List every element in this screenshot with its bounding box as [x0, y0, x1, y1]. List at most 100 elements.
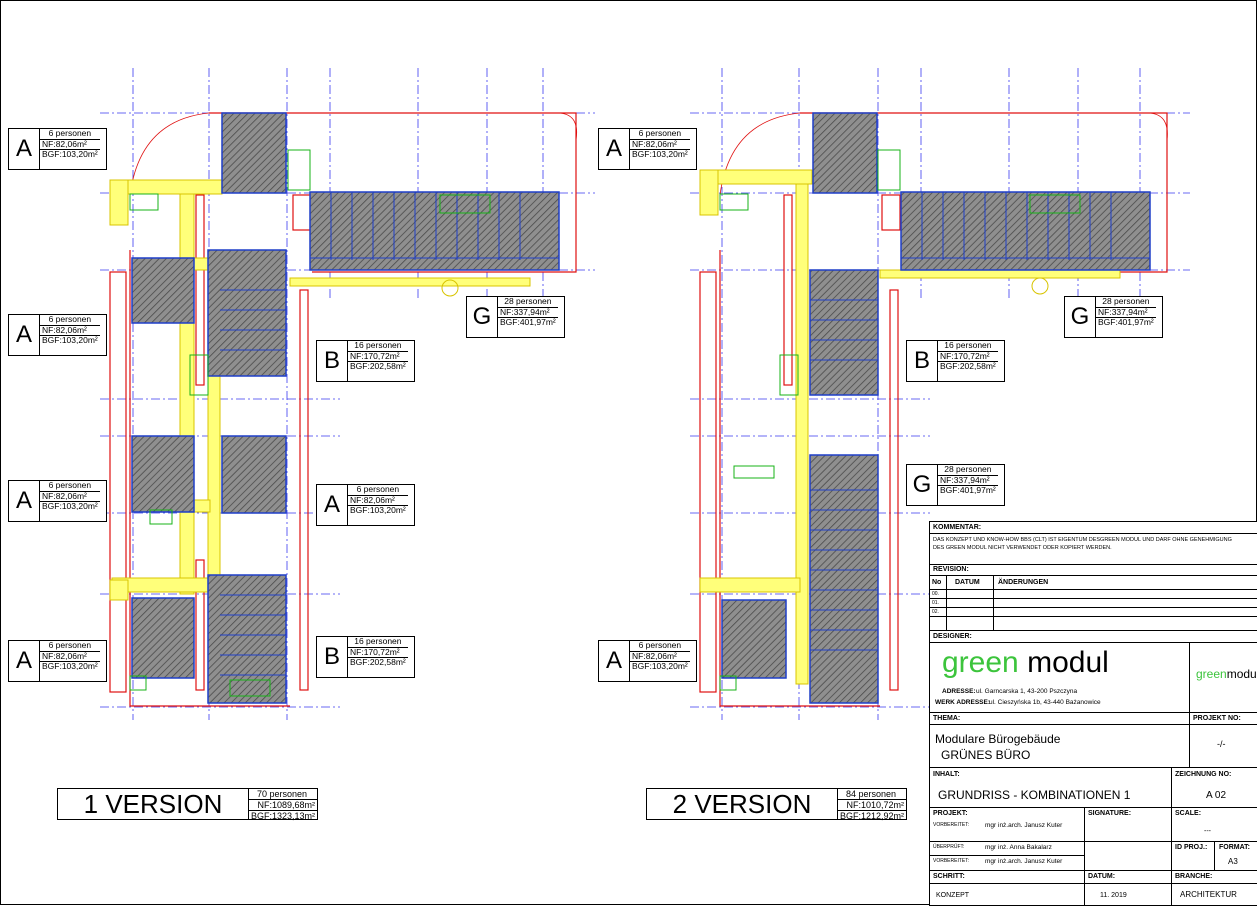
logo-green-text: green	[942, 646, 1019, 679]
revision-heading: REVISION:	[933, 566, 969, 573]
revision-row-0: 00.	[932, 591, 939, 597]
datum-heading: DATUM:	[1088, 873, 1116, 880]
version-nf: NF:1089,68m²	[249, 800, 317, 811]
schritt-value: KONZEPT	[936, 892, 970, 899]
version-1-plan	[100, 68, 595, 720]
revision-row-1: 01.	[932, 600, 939, 606]
thema-heading: THEMA:	[933, 715, 961, 722]
module-bgf: BGF:401,97m²	[940, 485, 996, 495]
projekt-heading: PROJEKT:	[933, 810, 968, 817]
module-letter: A	[9, 481, 40, 521]
module-letter: A	[9, 641, 40, 681]
vorbereitet-label-1: VORBEREITET:	[933, 822, 970, 828]
module-bgf: BGF:103,20m²	[42, 501, 98, 511]
version-title: 1 VERSION	[57, 788, 249, 820]
module-persons: 28 personen	[938, 464, 998, 476]
small-logo-modul: modul	[1226, 667, 1257, 681]
module-persons: 6 personen	[630, 640, 690, 652]
designer-logo: green modul	[942, 648, 1109, 678]
designer-heading: DESIGNER:	[933, 633, 972, 640]
format-value: A3	[1228, 857, 1238, 866]
small-logo: greenmodul	[1196, 667, 1257, 681]
ueberprueft-label: ÜBERPRÜFT:	[933, 844, 965, 850]
format-heading: FORMAT:	[1219, 844, 1250, 851]
module-bgf: BGF:103,20m²	[42, 661, 98, 671]
module-tag-b: B 16 personen NF:170,72m² BGF:202,58m²	[906, 340, 1005, 382]
module-persons: 28 personen	[498, 296, 558, 308]
werk-adresse-value: ul. Cieszyńska 1b, 43-440 Bażanowice	[989, 699, 1101, 706]
module-letter: G	[1065, 297, 1096, 337]
id-proj-heading: ID PROJ.:	[1175, 844, 1208, 851]
module-bgf: BGF:103,20m²	[632, 149, 688, 159]
module-tag-a: A 6 personen NF:82,06m² BGF:103,20m²	[8, 128, 107, 170]
version-2-summary: 2 VERSION 84 personen NF:1010,72m² BGF:121…	[646, 788, 907, 821]
module-tag-b: B 16 personen NF:170,72m² BGF:202,58m²	[316, 636, 415, 678]
title-block: KOMMENTAR: DAS KONZEPT UND KNOW-HOW BBS …	[929, 521, 1257, 906]
module-persons: 6 personen	[40, 314, 100, 326]
version-persons: 70 personen	[249, 789, 317, 800]
module-tag-g: G 28 personen NF:337,94m² BGF:401,97m²	[906, 464, 1005, 506]
module-tag-a: A 6 personen NF:82,06m² BGF:103,20m²	[598, 128, 697, 170]
module-letter: A	[317, 485, 348, 525]
version-bgf: BGF:1212,92m²	[839, 811, 904, 821]
module-bgf: BGF:202,58m²	[350, 361, 406, 371]
module-letter: B	[317, 341, 348, 381]
module-persons: 6 personen	[40, 480, 100, 492]
projekt-no-heading: PROJEKT NO:	[1193, 715, 1241, 722]
module-letter: G	[467, 297, 498, 337]
person-3: mgr inż.arch. Janusz Kuter	[985, 858, 1063, 865]
datum-value: 11. 2019	[1100, 892, 1127, 899]
inhalt-heading: INHALT:	[933, 771, 960, 778]
module-bgf: BGF:202,58m²	[940, 361, 996, 371]
module-persons: 6 personen	[40, 128, 100, 140]
version-bgf: BGF:1323,13m²	[250, 811, 315, 821]
signature-heading: SIGNATURE:	[1088, 810, 1132, 817]
module-bgf: BGF:401,97m²	[1098, 317, 1154, 327]
revision-no-header: No	[932, 579, 942, 586]
werk-adresse-label: WERK ADRESSE:	[935, 699, 991, 706]
schritt-heading: SCHRITT:	[933, 873, 965, 880]
module-bgf: BGF:103,20m²	[42, 335, 98, 345]
module-persons: 28 personen	[1096, 296, 1156, 308]
module-letter: G	[907, 465, 938, 505]
module-tag-g: G 28 personen NF:337,94m² BGF:401,97m²	[466, 296, 565, 338]
person-1: mgr inż.arch. Janusz Kuter	[985, 822, 1063, 829]
vorbereitet-label-2: VORBEREITET:	[933, 858, 970, 864]
kommentar-text-1: DAS KONZEPT UND KNOW-HOW BBS (CLT) IST E…	[933, 537, 1232, 543]
module-tag-a: A 6 personen NF:82,06m² BGF:103,20m²	[598, 640, 697, 682]
thema-line-2: GRÜNES BÜRO	[941, 748, 1031, 762]
revision-aenderungen-header: ÄNDERUNGEN	[998, 579, 1049, 586]
branche-heading: BRANCHE:	[1175, 873, 1213, 880]
version-1-summary: 1 VERSION 70 personen NF:1089,68m² BGF:132…	[57, 788, 318, 821]
module-bgf: BGF:103,20m²	[350, 505, 406, 515]
zeichnung-no-heading: ZEICHNUNG NO:	[1175, 771, 1232, 778]
scale-heading: SCALE:	[1175, 810, 1202, 817]
kommentar-heading: KOMMENTAR:	[933, 524, 982, 531]
thema-line-1: Modulare Bürogebäude	[935, 732, 1061, 746]
person-2: mgr inż. Anna Bakalarz	[985, 844, 1052, 851]
module-tag-b: B 16 personen NF:170,72m² BGF:202,58m²	[316, 340, 415, 382]
module-persons: 16 personen	[348, 340, 408, 352]
revision-row-2: 02.	[932, 609, 939, 615]
module-bgf: BGF:202,58m²	[350, 657, 406, 667]
module-letter: B	[907, 341, 938, 381]
module-bgf: BGF:401,97m²	[500, 317, 556, 327]
module-persons: 6 personen	[348, 484, 408, 496]
branche-value: ARCHITEKTUR	[1180, 890, 1237, 899]
module-letter: A	[9, 315, 40, 355]
adresse-label: ADRESSE:	[942, 688, 976, 695]
module-tag-a: A 6 personen NF:82,06m² BGF:103,20m²	[8, 640, 107, 682]
scale-value: ---	[1204, 828, 1211, 835]
adresse-value: ul. Garncarska 1, 43-200 Pszczyna	[976, 688, 1078, 695]
module-tag-a: A 6 personen NF:82,06m² BGF:103,20m²	[8, 314, 107, 356]
module-letter: A	[9, 129, 40, 169]
revision-datum-header: DATUM	[955, 579, 980, 586]
version-nf: NF:1010,72m²	[838, 800, 906, 811]
zeichnung-no-value: A 02	[1206, 790, 1227, 801]
module-bgf: BGF:103,20m²	[42, 149, 98, 159]
inhalt-value: GRUNDRISS - KOMBINATIONEN 1	[938, 788, 1131, 802]
logo-modul-text: modul	[1027, 646, 1109, 679]
module-tag-a: A 6 personen NF:82,06m² BGF:103,20m²	[316, 484, 415, 526]
module-persons: 16 personen	[938, 340, 998, 352]
module-letter: A	[599, 129, 630, 169]
